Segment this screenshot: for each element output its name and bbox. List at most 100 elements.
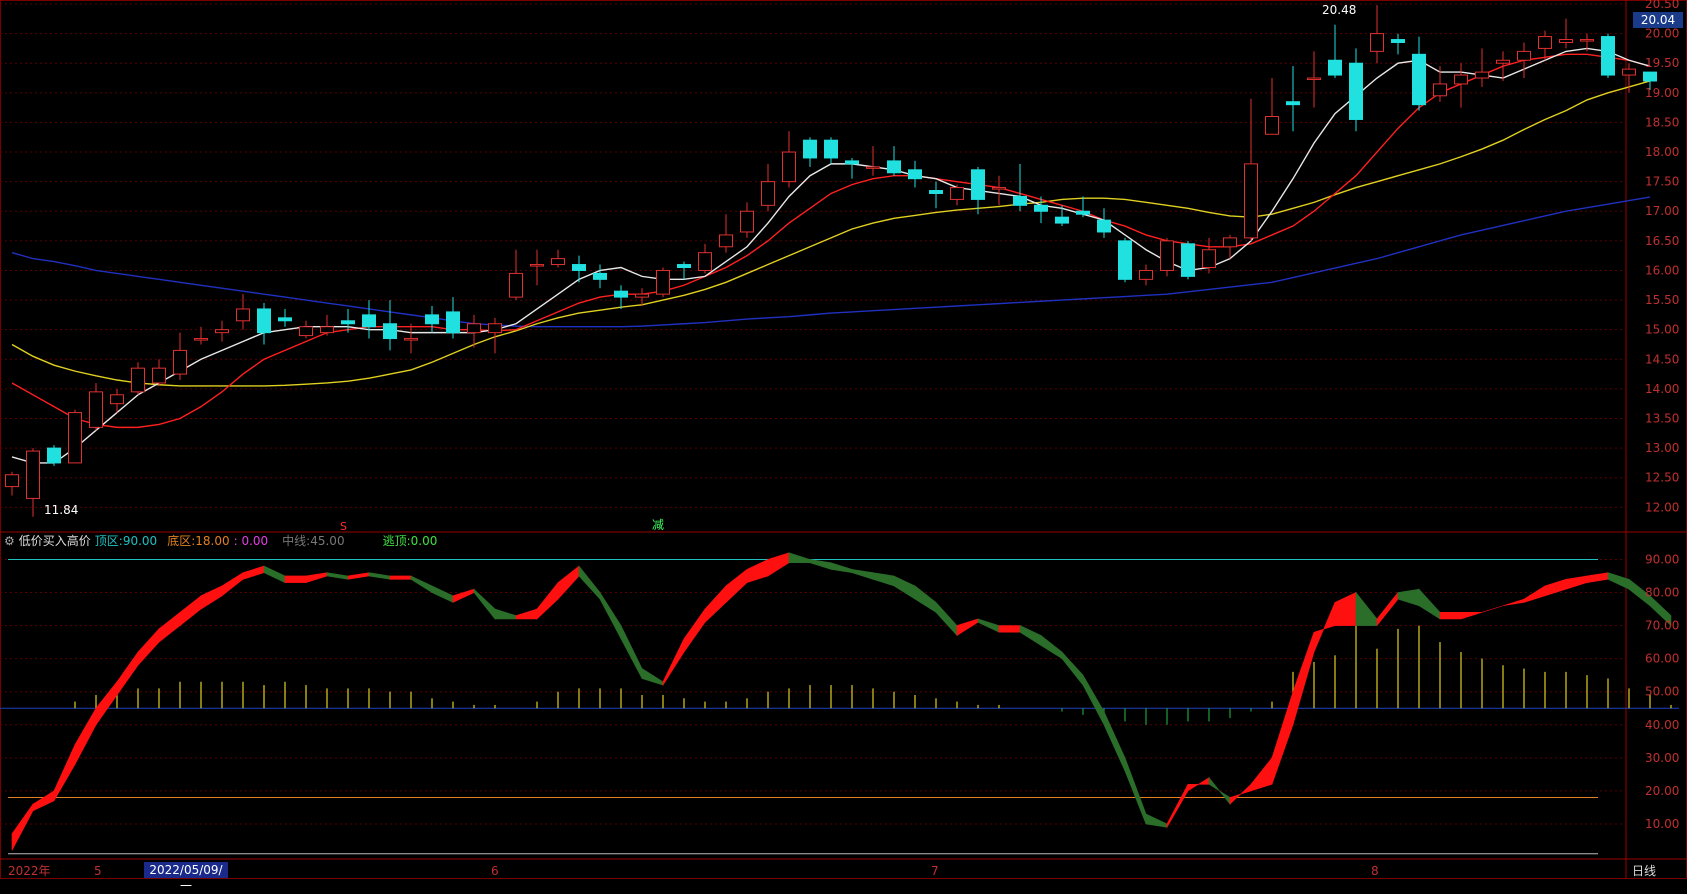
- indicator-ribbon-segment: [494, 608, 517, 620]
- indicator-ribbon-segment: [200, 585, 223, 610]
- price-tick-label: 20.00: [1645, 27, 1679, 41]
- outer-frame: [0, 0, 1687, 879]
- indicator-ribbon-segment: [872, 572, 895, 587]
- candle-body: [1013, 195, 1027, 206]
- candle-body: [257, 308, 271, 334]
- indicator-tick-label: 70.00: [1645, 619, 1679, 633]
- candle-body: [47, 447, 61, 464]
- current-price-tag: 20.04: [1633, 12, 1683, 28]
- indicator-layer: [0, 552, 1679, 855]
- indicator-tick-label: 20.00: [1645, 784, 1679, 798]
- indicator-ribbon-segment: [1229, 783, 1252, 805]
- ma5-line: [11, 47, 1651, 464]
- indicator-ribbon-segment: [179, 595, 202, 627]
- candle-body: [866, 166, 880, 169]
- indicator-ribbon-segment: [536, 581, 559, 620]
- top-zone-label: 顶区:: [94, 534, 123, 548]
- indicator-tick-label: 30.00: [1645, 751, 1679, 765]
- candle-body: [1097, 219, 1111, 233]
- candle-body: [341, 320, 355, 325]
- candle-body: [1454, 74, 1468, 85]
- ma60-line: [11, 196, 1651, 328]
- moving-average-layer: [11, 47, 1651, 464]
- candle-body: [1496, 59, 1510, 64]
- indicator-ribbon-segment: [347, 572, 370, 580]
- indicator-ribbon-segment: [788, 552, 811, 564]
- candle-body: [824, 139, 838, 159]
- candle-body: [1286, 101, 1300, 106]
- candle-body: [971, 169, 985, 200]
- indicator-ribbon-segment: [1019, 625, 1042, 646]
- candle-body: [635, 293, 649, 298]
- indicator-ribbon-segment: [704, 585, 727, 623]
- period-selector[interactable]: 日线: [1632, 862, 1656, 879]
- ma20-line: [11, 80, 1651, 387]
- mid-line-value: 45.00: [310, 534, 345, 548]
- candle-body: [446, 311, 460, 334]
- candle-body: [1559, 39, 1573, 43]
- indicator-ribbon-segment: [1124, 757, 1147, 825]
- indicator-ribbon-segment: [221, 572, 244, 597]
- indicator-ribbon-segment: [11, 803, 34, 851]
- candle-body: [698, 252, 712, 271]
- candle-body: [5, 474, 19, 488]
- x-month-8: 8: [1371, 864, 1379, 878]
- signal-s: S: [340, 520, 347, 533]
- price-tick-label: 20.50: [1645, 0, 1679, 11]
- price-tick-label: 15.50: [1645, 293, 1679, 307]
- candle-layer[interactable]: [5, 5, 1657, 517]
- indicator-ribbon-segment: [662, 638, 685, 687]
- price-tick-label: 17.50: [1645, 175, 1679, 189]
- indicator-ribbon-segment: [620, 625, 643, 679]
- candle-body: [1328, 59, 1342, 76]
- candle-body: [1223, 237, 1237, 248]
- indicator-ribbon-segment: [410, 575, 433, 594]
- x-month-5: 5: [94, 864, 102, 878]
- candle-body: [887, 160, 901, 174]
- indicator-ribbon-segment: [284, 575, 307, 583]
- indicator-ribbon-segment: [95, 680, 118, 726]
- candle-body: [236, 308, 250, 322]
- candle-body: [1349, 62, 1363, 120]
- indicator-ribbon-segment: [263, 565, 286, 584]
- candle-body: [1181, 243, 1195, 277]
- mid-line-label: 中线:: [282, 534, 311, 548]
- indicator-ribbon-segment: [53, 744, 76, 802]
- candle-body: [1370, 33, 1384, 52]
- price-tick-label: 19.00: [1645, 86, 1679, 100]
- indicator-ribbon-segment: [473, 588, 496, 620]
- indicator-ribbon-segment: [1145, 813, 1168, 828]
- candle-body: [593, 272, 607, 280]
- indicator-name[interactable]: 低价买入高价: [19, 533, 91, 549]
- indicator-ribbon-segment: [1376, 591, 1399, 627]
- indicator-ribbon-segment: [1187, 777, 1210, 792]
- price-tick-label: 13.00: [1645, 441, 1679, 455]
- candle-body: [26, 450, 40, 499]
- candle-body: [131, 367, 145, 393]
- indicator-ribbon-segment: [1460, 612, 1483, 620]
- indicator-ribbon-segment: [1103, 711, 1126, 772]
- indicator-ribbon-segment: [1292, 632, 1315, 725]
- candle-body: [1517, 50, 1531, 61]
- candle-body: [89, 391, 103, 428]
- indicator-ribbon-segment: [914, 585, 937, 613]
- gear-icon[interactable]: ⚙: [4, 533, 15, 549]
- candle-body: [1622, 68, 1636, 76]
- price-tick-label: 18.00: [1645, 145, 1679, 159]
- price-tick-label: 14.00: [1645, 382, 1679, 396]
- indicator-ribbon-segment: [725, 568, 748, 604]
- x-year-label: 2022年: [8, 864, 51, 878]
- indicator-ribbon-segment: [893, 575, 916, 600]
- indicator-ribbon-segment: [1586, 572, 1609, 583]
- candle-body: [110, 394, 124, 405]
- indicator-ribbon-segment: [1544, 578, 1567, 597]
- candle-body: [1118, 240, 1132, 280]
- high-price-label: 20.48: [1322, 3, 1356, 17]
- candle-body: [1034, 204, 1048, 212]
- indicator-ribbon-segment: [1082, 674, 1105, 725]
- indicator-ribbon-segment: [809, 559, 832, 570]
- candle-body: [845, 160, 859, 165]
- indicator-ribbon-segment: [599, 591, 622, 639]
- escape-value: 0.00: [410, 534, 438, 548]
- candle-body: [929, 190, 943, 194]
